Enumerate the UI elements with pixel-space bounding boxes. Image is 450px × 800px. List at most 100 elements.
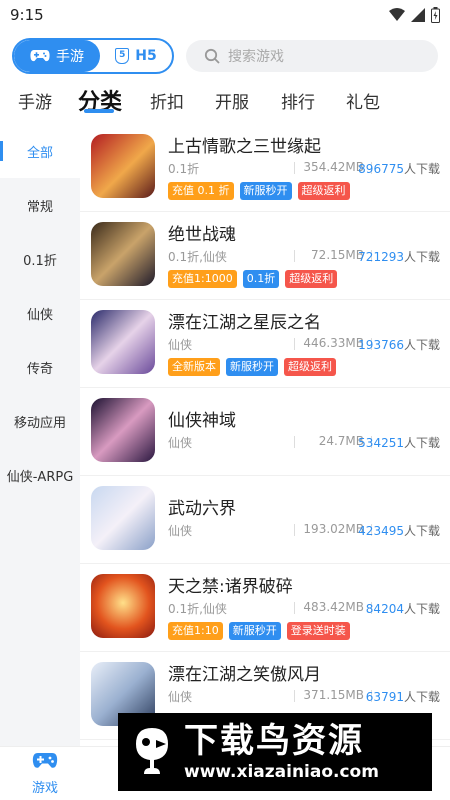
bird-logo-icon: [136, 728, 168, 774]
game-size: 354.42MB: [303, 160, 364, 174]
divider: [294, 602, 295, 614]
tag: 充值 0.1 折: [168, 182, 234, 200]
mode-toggle[interactable]: 手游 5 H5: [12, 38, 174, 74]
game-name: 漂在江湖之星辰之名: [168, 313, 321, 333]
game-downloads: 84204人下载: [366, 600, 440, 617]
mode-mobile-label: 手游: [56, 49, 84, 65]
download-count: 534251: [358, 436, 404, 450]
status-bar: 9:15: [0, 0, 450, 32]
download-count: 193766: [358, 338, 404, 352]
divider: [294, 338, 295, 350]
game-size: 446.33MB: [303, 336, 364, 350]
game-row[interactable]: 上古情歌之三世缘起 0.1折 354.42MB 896775人下载 充值 0.1…: [80, 124, 450, 212]
tab-server-open[interactable]: 开服: [215, 88, 249, 113]
battery-icon: [431, 7, 440, 23]
game-category: 仙侠: [168, 436, 193, 450]
download-suffix: 人下载: [403, 690, 440, 704]
h5-icon: 5: [115, 48, 130, 64]
gamepad-icon: [30, 50, 50, 62]
tab-gift[interactable]: 礼包: [346, 88, 380, 113]
game-row[interactable]: 绝世战魂 0.1折,仙侠 72.15MB 721293人下载 充值1:1000 …: [80, 212, 450, 300]
tag: 登录送时装: [286, 622, 350, 640]
tag: 超级返利: [284, 358, 336, 376]
game-category: 仙侠: [168, 690, 193, 704]
divider: [294, 250, 295, 262]
divider: [294, 162, 295, 174]
sidebar-item-legend[interactable]: 传奇: [0, 340, 80, 394]
sidebar-item-label: 全部: [26, 145, 53, 161]
game-name: 绝世战魂: [168, 225, 236, 245]
download-count: 721293: [358, 250, 404, 264]
game-row[interactable]: 仙侠神域 仙侠 24.7MB 534251人下载: [80, 388, 450, 476]
game-list: 上古情歌之三世缘起 0.1折 354.42MB 896775人下载 充值 0.1…: [80, 124, 450, 746]
wifi-icon: [389, 8, 405, 21]
sidebar-item-label: 仙侠-ARPG: [6, 469, 74, 485]
watermark-url: www.xiazainiao.com: [184, 762, 379, 782]
game-tags: 充值 0.1 折 新服秒开 超级返利: [168, 182, 350, 200]
download-count: 63791: [365, 690, 404, 704]
game-downloads: 534251人下载: [358, 434, 440, 451]
game-category: 0.1折,仙侠: [168, 250, 227, 264]
game-category: 0.1折: [168, 162, 200, 176]
game-size: 483.42MB: [303, 600, 364, 614]
download-suffix: 人下载: [403, 250, 440, 264]
game-icon: [91, 398, 155, 462]
divider: [294, 690, 295, 702]
sidebar-item-regular[interactable]: 常规: [0, 178, 80, 232]
game-tags: 充值1:1000 0.1折 超级返利: [168, 270, 338, 288]
tag: 新服秒开: [226, 358, 278, 376]
tag: 超级返利: [285, 270, 338, 288]
game-icon: [91, 310, 155, 374]
sidebar-item-mobile-apps[interactable]: 移动应用: [0, 394, 80, 448]
game-name: 武动六界: [168, 499, 236, 519]
game-row[interactable]: 武动六界 仙侠 193.02MB 423495人下载: [80, 476, 450, 564]
tag: 新服秒开: [239, 182, 292, 200]
download-suffix: 人下载: [403, 602, 440, 616]
tab-discount[interactable]: 折扣: [150, 88, 184, 113]
sidebar-item-xianxia-arpg[interactable]: 仙侠-ARPG: [0, 448, 80, 502]
game-tags: 全新版本 新服秒开 超级返利: [168, 358, 336, 376]
sidebar-item-label: 仙侠: [26, 307, 53, 323]
mode-h5-button[interactable]: 5 H5: [100, 40, 172, 72]
game-size: 371.15MB: [303, 688, 364, 702]
watermark-logo: 下载鸟资源 www.xiazainiao.com: [118, 713, 432, 791]
game-icon: [91, 574, 155, 638]
download-suffix: 人下载: [403, 524, 440, 538]
game-size: 72.15MB: [311, 248, 364, 262]
search-placeholder: 搜索游戏: [228, 49, 284, 65]
sidebar-item-all[interactable]: 全部: [0, 124, 80, 178]
top-row: 手游 5 H5 搜索游戏: [0, 36, 450, 78]
nav-games-label: 游戏: [31, 781, 58, 796]
game-name: 天之禁:诸界破碎: [168, 577, 293, 597]
tag: 新服秒开: [228, 622, 281, 640]
sidebar-item-label: 移动应用: [13, 415, 66, 431]
sidebar-item-label: 0.1折: [23, 253, 57, 269]
tab-mobile-games[interactable]: 手游: [18, 88, 52, 113]
game-name: 漂在江湖之笑傲风月: [168, 665, 321, 685]
game-tags: 充值1:10 新服秒开 登录送时装: [168, 622, 350, 640]
divider: [294, 524, 295, 536]
category-tabs: 手游 分类 折扣 开服 排行 礼包: [0, 84, 450, 116]
sidebar-item-0.1-discount[interactable]: 0.1折: [0, 232, 80, 286]
status-icons: [389, 7, 440, 23]
download-suffix: 人下载: [403, 436, 440, 450]
game-row[interactable]: 漂在江湖之星辰之名 仙侠 446.33MB 193766人下载 全新版本 新服秒…: [80, 300, 450, 388]
tag: 0.1折: [242, 270, 280, 288]
mode-mobile-button[interactable]: 手游: [14, 40, 100, 72]
game-category: 仙侠: [168, 338, 193, 352]
game-downloads: 896775人下载: [358, 160, 440, 177]
signal-icon: [411, 8, 425, 22]
nav-games[interactable]: 游戏: [10, 751, 80, 796]
tab-ranking[interactable]: 排行: [281, 88, 315, 113]
game-downloads: 193766人下载: [358, 336, 440, 353]
game-size: 193.02MB: [303, 522, 364, 536]
active-tab-underline: [84, 109, 114, 113]
game-row[interactable]: 天之禁:诸界破碎 0.1折,仙侠 483.42MB 84204人下载 充值1:1…: [80, 564, 450, 652]
sidebar-item-xianxia[interactable]: 仙侠: [0, 286, 80, 340]
search-input[interactable]: 搜索游戏: [186, 40, 438, 72]
watermark-title: 下载鸟资源: [184, 721, 364, 761]
sidebar-item-label: 传奇: [26, 361, 53, 377]
game-downloads: 721293人下载: [358, 248, 440, 265]
mode-h5-label: H5: [135, 48, 157, 64]
status-time: 9:15: [10, 6, 44, 24]
